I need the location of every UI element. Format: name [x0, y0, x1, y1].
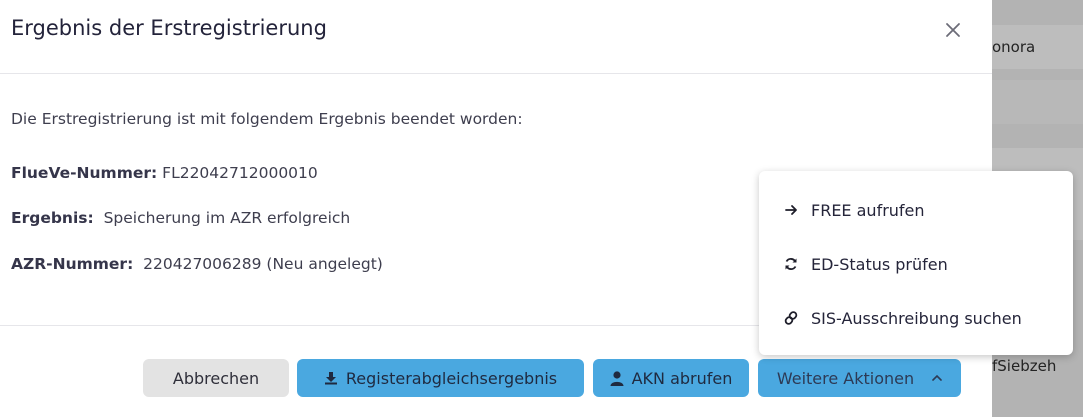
register-result-label: Registerabgleichsergebnis	[345, 368, 558, 388]
sync-icon	[783, 257, 799, 271]
flueve-number-field: FlueVe-Nummer: FL22042712000010	[11, 164, 318, 182]
modal-header: Ergebnis der Erstregistrierung	[0, 0, 992, 74]
field-value: 220427006289 (Neu angelegt)	[143, 255, 383, 273]
azr-number-field: AZR-Nummer: 220427006289 (Neu angelegt)	[11, 255, 383, 273]
register-result-button[interactable]: Registerabgleichsergebnis	[297, 359, 584, 397]
cancel-button-label: Abbrechen	[172, 368, 260, 388]
result-field: Ergebnis: Speicherung im AZR erfolgreich	[11, 209, 350, 227]
background-text: fSiebzeh	[992, 357, 1057, 375]
background-text: onora	[992, 38, 1036, 56]
field-value: FL22042712000010	[162, 164, 318, 182]
more-actions-label: Weitere Aktionen	[776, 368, 915, 388]
menu-item-free-aufrufen[interactable]: FREE aufrufen	[759, 190, 1073, 230]
more-actions-button[interactable]: Weitere Aktionen	[758, 359, 961, 397]
cancel-button[interactable]: Abbrechen	[143, 359, 289, 397]
link-icon	[783, 311, 799, 325]
arrow-right-icon	[783, 204, 799, 216]
close-icon	[946, 23, 960, 37]
field-label: AZR-Nummer:	[11, 255, 134, 273]
menu-item-label: FREE aufrufen	[811, 200, 925, 220]
close-button[interactable]	[940, 17, 966, 43]
akn-button-label: AKN abrufen	[631, 368, 733, 388]
user-icon	[610, 370, 624, 386]
chevron-up-icon	[932, 374, 942, 382]
field-label: Ergebnis:	[11, 209, 94, 227]
download-icon	[324, 371, 338, 385]
menu-item-ed-status[interactable]: ED-Status prüfen	[759, 244, 1073, 284]
more-actions-dropdown: FREE aufrufen ED-Status prüfen SIS-Aussc…	[759, 171, 1073, 355]
akn-button[interactable]: AKN abrufen	[593, 359, 749, 397]
menu-item-label: ED-Status prüfen	[811, 254, 948, 274]
background-row	[992, 80, 1083, 124]
field-label: FlueVe-Nummer:	[11, 164, 158, 182]
menu-item-label: SIS-Ausschreibung suchen	[811, 308, 1022, 328]
intro-text: Die Erstregistrierung ist mit folgendem …	[11, 110, 523, 128]
field-value: Speicherung im AZR erfolgreich	[103, 209, 351, 227]
modal-title: Ergebnis der Erstregistrierung	[11, 16, 327, 40]
menu-item-sis-search[interactable]: SIS-Ausschreibung suchen	[759, 298, 1073, 338]
